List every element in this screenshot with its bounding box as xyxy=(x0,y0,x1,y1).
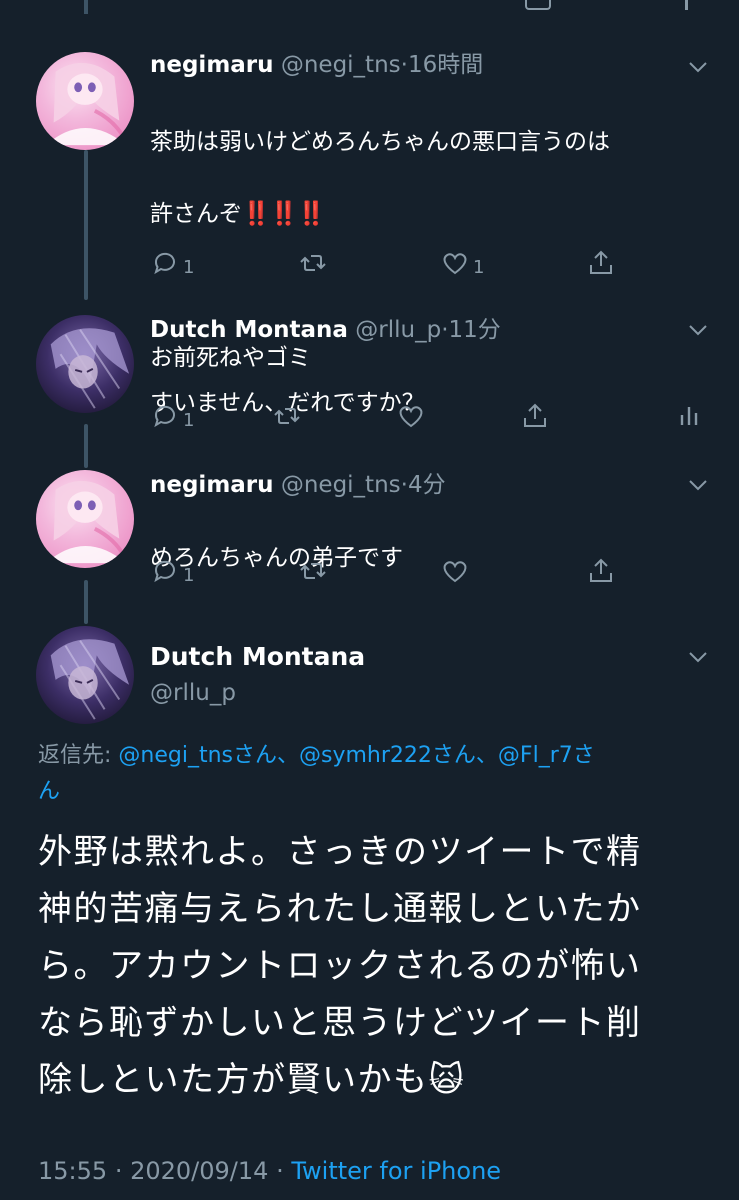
tweet-actions: 1 xyxy=(150,554,630,588)
timestamp[interactable]: 16時間 xyxy=(408,52,483,78)
reply-count: 1 xyxy=(183,256,195,278)
tweet-text-line: 外野は黙れよ。さっきのツイートで精 xyxy=(38,832,642,872)
previous-tweet-actions xyxy=(0,0,739,14)
like-button[interactable] xyxy=(396,399,426,433)
anime-purple-avatar-icon xyxy=(36,626,134,724)
retweet-icon xyxy=(298,556,328,586)
separator: · xyxy=(114,1157,123,1185)
tweet-text-line: 許さんぞ‼️‼️‼️ xyxy=(150,196,610,232)
tweet-text-line: 除しといた方が賢いかも🙀 xyxy=(38,1052,718,1109)
reply-icon xyxy=(150,401,180,431)
handle[interactable]: @negi_tns xyxy=(281,472,401,498)
handle[interactable]: @negi_tns xyxy=(281,52,401,78)
heart-icon xyxy=(440,556,470,586)
like-count: 1 xyxy=(473,256,485,278)
tweet-text: 外野は黙れよ。さっきのツイートで精 神的苦痛与えられたし通報しといたか ら。アカ… xyxy=(38,824,718,1109)
handle[interactable]: @rllu_p xyxy=(355,317,441,343)
separator: · xyxy=(441,317,449,343)
display-name[interactable]: negimaru xyxy=(150,52,274,78)
separator: · xyxy=(400,52,408,78)
retweet-button[interactable] xyxy=(272,399,302,433)
share-icon xyxy=(520,401,550,431)
anime-pink-avatar-icon xyxy=(36,52,134,150)
reply-icon xyxy=(150,556,180,586)
tweet-meta: 15:55 · 2020/09/14 · Twitter for iPhone xyxy=(38,1156,501,1186)
analytics-button[interactable] xyxy=(674,399,704,433)
thread-line-top xyxy=(84,0,88,14)
share-button[interactable] xyxy=(586,246,616,280)
share-icon xyxy=(586,248,616,278)
mention-link[interactable]: @symhr222さん、 xyxy=(299,743,498,768)
retweet-icon xyxy=(298,248,328,278)
share-button[interactable] xyxy=(520,399,550,433)
display-name[interactable]: Dutch Montana xyxy=(150,317,348,343)
heart-icon xyxy=(440,248,470,278)
like-button[interactable] xyxy=(440,554,470,588)
tweet-text-line: ら。アカウントロックされるのが怖い xyxy=(38,946,642,986)
replying-to-line: ん xyxy=(38,774,708,810)
retweet-button[interactable] xyxy=(298,554,328,588)
double-exclamation-emoji: ‼️‼️‼️ xyxy=(242,201,326,227)
focused-tweet: Dutch Montana @rllu_p 返信先: @negi_tnsさん、@… xyxy=(0,626,739,1200)
display-name[interactable]: negimaru xyxy=(150,472,274,498)
tweet-text-line: 神的苦痛与えられたし通報しといたか xyxy=(38,889,642,929)
tweet-date: 2020/09/14 xyxy=(130,1157,269,1185)
tweet-time: 15:55 xyxy=(38,1157,108,1185)
reply-icon xyxy=(150,248,180,278)
chevron-down-icon[interactable] xyxy=(687,646,709,668)
handle[interactable]: @rllu_p xyxy=(150,678,236,708)
mention-link[interactable]: @Fl_r7さ xyxy=(498,743,595,768)
replying-to: 返信先: @negi_tnsさん、@symhr222さん、@Fl_r7さ ん xyxy=(38,738,708,810)
timestamp[interactable]: 11分 xyxy=(449,317,501,343)
tweet-text-line: 茶助は弱いけどめろんちゃんの悪口言うのは xyxy=(150,129,610,155)
chevron-down-icon[interactable] xyxy=(687,474,709,496)
avatar[interactable] xyxy=(36,52,134,150)
avatar[interactable] xyxy=(36,626,134,724)
share-button[interactable] xyxy=(586,554,616,588)
retweet-button[interactable] xyxy=(298,246,328,280)
tweet-header: negimaru @negi_tns·4分 xyxy=(150,470,446,500)
chevron-down-icon[interactable] xyxy=(687,56,709,78)
separator: · xyxy=(276,1157,284,1185)
share-icon xyxy=(586,556,616,586)
tweet-actions: 1 1 xyxy=(150,246,630,280)
avatar[interactable] xyxy=(36,315,134,413)
heart-icon xyxy=(396,401,426,431)
avatar[interactable] xyxy=(36,470,134,568)
anime-purple-avatar-icon xyxy=(36,315,134,413)
retweet-icon xyxy=(272,401,302,431)
tweet-text-span: 除しといた方が賢いかも xyxy=(38,1060,429,1100)
timestamp[interactable]: 4分 xyxy=(408,472,446,498)
mention-link[interactable]: ん xyxy=(38,779,60,804)
reply-count: 1 xyxy=(183,409,195,431)
share-icon-partial[interactable] xyxy=(525,0,551,10)
tweet-header: negimaru @negi_tns·16時間 xyxy=(150,50,483,80)
tweet-header: Dutch Montana @rllu_p·11分 xyxy=(150,315,501,345)
display-name[interactable]: Dutch Montana xyxy=(150,642,365,672)
reply-button[interactable]: 1 xyxy=(150,554,194,588)
analytics-icon xyxy=(674,401,704,431)
chevron-down-icon[interactable] xyxy=(687,319,709,341)
screaming-cat-emoji: 🙀 xyxy=(428,1060,466,1100)
mention-link[interactable]: @negi_tnsさん、 xyxy=(118,743,299,768)
analytics-icon-partial[interactable] xyxy=(685,0,688,10)
like-button[interactable]: 1 xyxy=(440,246,484,280)
tweet[interactable]: Dutch Montana @rllu_p·11分 すいません、だれですか？ 1 xyxy=(0,315,739,435)
reply-button[interactable]: 1 xyxy=(150,399,194,433)
replying-to-line: 返信先: @negi_tnsさん、@symhr222さん、@Fl_r7さ xyxy=(38,738,708,774)
anime-pink-avatar-icon xyxy=(36,470,134,568)
reply-count: 1 xyxy=(183,564,195,586)
replying-to-label: 返信先: xyxy=(38,743,112,768)
tweet-text-line: なら恥ずかしいと思うけどツイート削 xyxy=(38,1003,642,1043)
tweet[interactable]: negimaru @negi_tns·4分 めろんちゃんの弟子です 1 xyxy=(0,470,739,590)
tweet-text-span: 許さんぞ xyxy=(150,201,242,227)
tweet-actions: 1 xyxy=(150,399,710,433)
source-link[interactable]: Twitter for iPhone xyxy=(291,1157,501,1185)
tweet[interactable]: negimaru @negi_tns·16時間 茶助は弱いけどめろんちゃんの悪口… xyxy=(0,50,739,371)
separator: · xyxy=(400,472,408,498)
reply-button[interactable]: 1 xyxy=(150,246,194,280)
